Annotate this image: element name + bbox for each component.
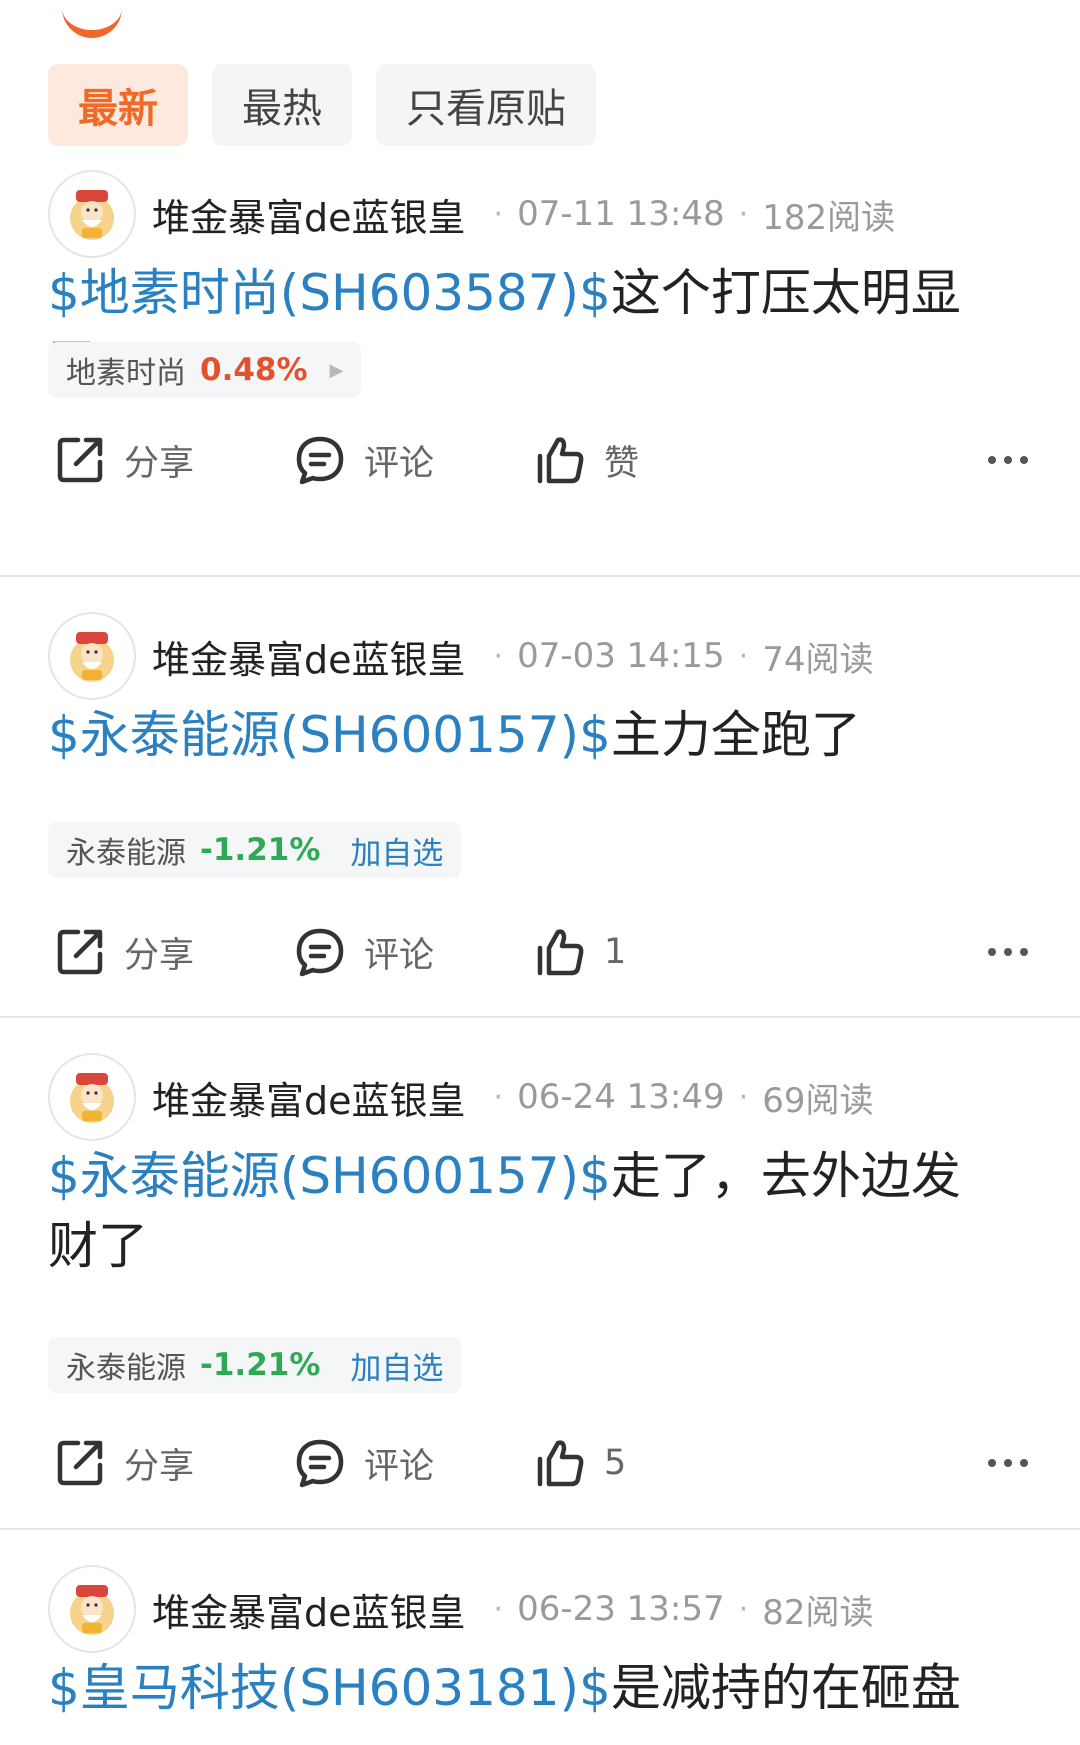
share-label: 分享 (124, 935, 195, 976)
post-card[interactable]: 堆金暴富de蓝银皇 · 06-23 13:57 · 82阅读 $皇马科技(SH6… (0, 1545, 1080, 1745)
more-options-icon[interactable] (988, 430, 1028, 490)
share-label: 分享 (124, 443, 195, 484)
post-meta: · 06-24 13:49 · 69阅读 (480, 1073, 874, 1122)
stock-quote-chip[interactable]: 永泰能源 -1.21% 加自选 (48, 822, 462, 878)
chip-price-change: -1.21% (200, 1347, 321, 1383)
post-text: 主力全跑了 (610, 706, 861, 764)
post-text: 是减持的在砸盘 (610, 1659, 961, 1717)
author-name[interactable]: 堆金暴富de蓝银皇 (152, 1582, 466, 1637)
chip-stock-name: 永泰能源 (66, 1351, 186, 1386)
chip-stock-name: 永泰能源 (66, 836, 186, 871)
post-meta: · 06-23 13:57 · 82阅读 (480, 1585, 874, 1634)
like-button[interactable]: 1 (534, 922, 626, 982)
fortune-god-avatar-icon (70, 1073, 114, 1123)
tab-original-only[interactable]: 只看原贴 (376, 64, 596, 146)
share-button[interactable]: 分享 (54, 922, 194, 982)
comment-label: 评论 (364, 935, 435, 976)
author-name[interactable]: 堆金暴富de蓝银皇 (152, 187, 466, 242)
post-content[interactable]: $皇马科技(SH603181)$是减持的在砸盘 (48, 1653, 1008, 1723)
fortune-god-avatar-icon (70, 632, 114, 682)
share-button[interactable]: 分享 (54, 430, 194, 490)
post-meta: · 07-03 14:15 · 74阅读 (480, 632, 874, 681)
feed-page: 最新 最热 只看原贴 堆金暴富de蓝银皇 · 07-11 13:48 · 182… (0, 0, 1080, 1745)
scroll-indicator (62, 4, 122, 38)
add-to-watchlist-button[interactable]: 加自选 (350, 828, 443, 873)
add-to-watchlist-button[interactable]: 加自选 (350, 1343, 443, 1388)
comment-icon (296, 436, 344, 485)
comment-button[interactable]: 评论 (294, 1433, 434, 1493)
comment-label: 评论 (364, 1446, 435, 1487)
stock-tag-link[interactable]: $永泰能源(SH600157)$ (48, 1147, 611, 1205)
post-card[interactable]: 堆金暴富de蓝银皇 · 07-11 13:48 · 182阅读 $地素时尚(SH… (0, 150, 1080, 576)
author-row: 堆金暴富de蓝银皇 · 07-11 13:48 · 182阅读 (48, 170, 895, 258)
chip-price-change: 0.48% (200, 352, 308, 388)
like-button[interactable]: 5 (534, 1433, 626, 1493)
read-count: 69阅读 (762, 1080, 874, 1121)
chip-price-change: -1.21% (200, 832, 321, 868)
read-count: 182阅读 (762, 197, 896, 238)
share-icon (57, 929, 103, 975)
post-time: 06-23 13:57 (517, 1589, 725, 1629)
chip-stock-name: 地素时尚 (66, 356, 186, 391)
post-content[interactable]: $永泰能源(SH600157)$主力全跑了 (48, 700, 1008, 770)
share-label: 分享 (124, 1446, 195, 1487)
stock-tag-link[interactable]: $皇马科技(SH603181)$ (48, 1659, 611, 1717)
thumbs-up-icon (537, 929, 584, 976)
comment-button[interactable]: 评论 (294, 430, 434, 490)
share-icon (57, 1440, 103, 1486)
read-count: 82阅读 (762, 1592, 874, 1633)
thumbs-up-icon (537, 437, 584, 484)
divider (0, 1528, 1080, 1530)
comment-icon (296, 1439, 344, 1488)
avatar[interactable] (48, 170, 136, 258)
like-count: 1 (604, 932, 627, 972)
comment-button[interactable]: 评论 (294, 922, 434, 982)
fortune-god-avatar-icon (70, 1585, 114, 1635)
post-card[interactable]: 堆金暴富de蓝银皇 · 07-03 14:15 · 74阅读 $永泰能源(SH6… (0, 592, 1080, 1018)
play-arrow-icon: ▶ (329, 359, 344, 381)
like-count: 5 (604, 1443, 627, 1483)
comment-label: 评论 (364, 443, 435, 484)
divider (0, 1016, 1080, 1018)
tab-latest[interactable]: 最新 (48, 64, 188, 146)
author-row: 堆金暴富de蓝银皇 · 06-23 13:57 · 82阅读 (48, 1565, 873, 1653)
post-time: 07-11 13:48 (517, 194, 725, 234)
avatar[interactable] (48, 1053, 136, 1141)
post-card[interactable]: 堆金暴富de蓝银皇 · 06-24 13:49 · 69阅读 $永泰能源(SH6… (0, 1033, 1080, 1529)
thumbs-up-icon (537, 1440, 584, 1487)
divider (0, 575, 1080, 577)
more-options-icon[interactable] (988, 922, 1028, 982)
share-icon (57, 437, 103, 483)
like-button[interactable]: 赞 (534, 430, 639, 490)
post-time: 07-03 14:15 (517, 636, 725, 676)
avatar[interactable] (48, 612, 136, 700)
author-name[interactable]: 堆金暴富de蓝银皇 (152, 629, 466, 684)
more-options-icon[interactable] (988, 1433, 1028, 1493)
action-bar: 分享 评论 赞 (48, 430, 1028, 490)
author-row: 堆金暴富de蓝银皇 · 06-24 13:49 · 69阅读 (48, 1053, 873, 1141)
stock-tag-link[interactable]: $地素时尚(SH603587)$ (48, 264, 611, 322)
stock-quote-chip[interactable]: 永泰能源 -1.21% 加自选 (48, 1337, 462, 1393)
post-meta: · 07-11 13:48 · 182阅读 (480, 190, 896, 239)
fortune-god-avatar-icon (70, 190, 114, 240)
comment-icon (296, 928, 344, 977)
action-bar: 分享 评论 5 (48, 1433, 1028, 1493)
tab-hottest[interactable]: 最热 (212, 64, 352, 146)
post-time: 06-24 13:49 (517, 1077, 725, 1117)
filter-tabs: 最新 最热 只看原贴 (48, 64, 596, 146)
read-count: 74阅读 (762, 639, 874, 680)
author-row: 堆金暴富de蓝银皇 · 07-03 14:15 · 74阅读 (48, 612, 873, 700)
like-label: 赞 (604, 443, 640, 484)
stock-quote-chip[interactable]: 地素时尚 0.48% ▶ (48, 342, 362, 398)
author-name[interactable]: 堆金暴富de蓝银皇 (152, 1070, 466, 1125)
post-content[interactable]: $永泰能源(SH600157)$走了，去外边发财了 (48, 1141, 1008, 1281)
avatar[interactable] (48, 1565, 136, 1653)
action-bar: 分享 评论 1 (48, 922, 1028, 982)
stock-tag-link[interactable]: $永泰能源(SH600157)$ (48, 706, 611, 764)
share-button[interactable]: 分享 (54, 1433, 194, 1493)
